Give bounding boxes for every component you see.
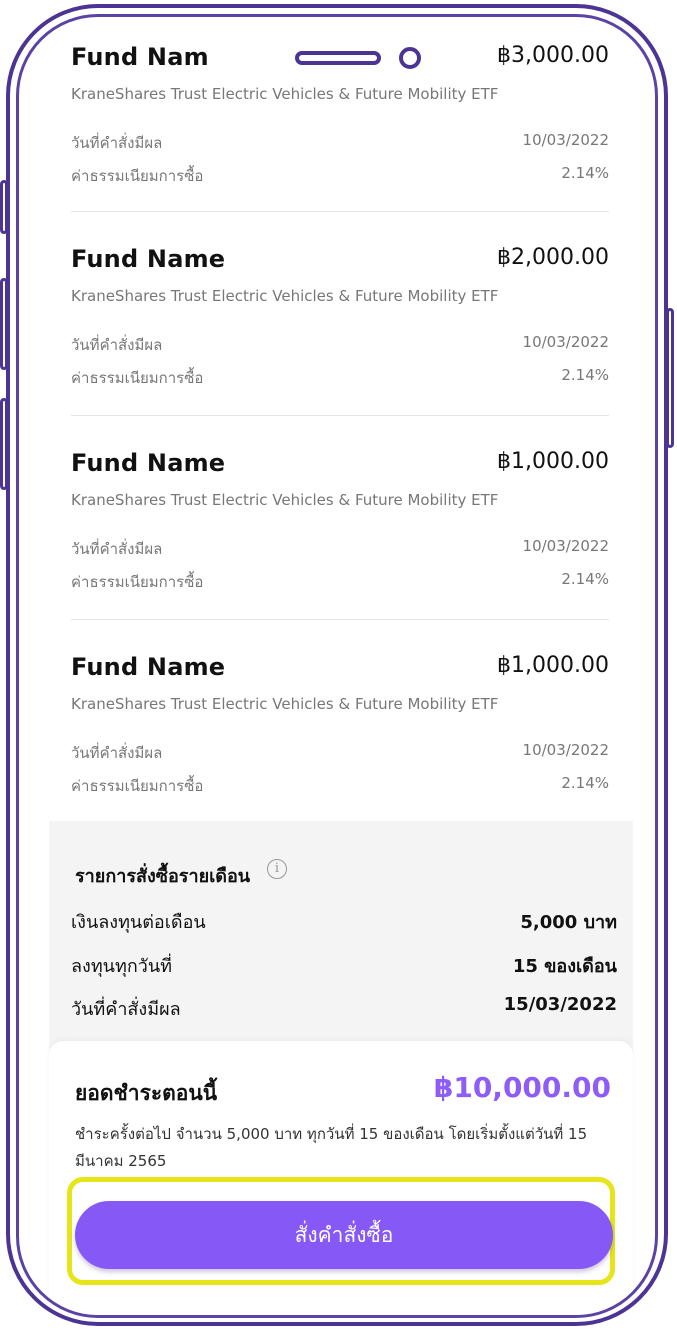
effective-date-value: 15/03/2022 [503,994,617,1015]
fund-description: KraneShares Trust Electric Vehicles & Fu… [71,287,499,305]
effective-date-label: วันที่คำสั่งมีผล [71,744,163,762]
place-order-button[interactable]: สั่งคำสั่งซื้อ [75,1201,613,1269]
fee-label: ค่าธรรมเนียมการซื้อ [71,777,204,795]
fund-name: Fund Name [71,449,226,477]
fee-value: 2.14% [561,774,609,792]
monthly-order-summary: รายการสั่งซื้อรายเดือน i เงินลงทุนต่อเดื… [49,821,633,1061]
monthly-investment-value: 5,000 บาท [520,912,617,933]
effective-date-value: 10/03/2022 [522,537,609,555]
payment-note: ชำระครั้งต่อไป จำนวน 5,000 บาท ทุกวันที่… [75,1125,588,1170]
fund-amount: ฿3,000.00 [497,43,609,68]
invest-day-label: ลงทุนทุกวันที่ [71,956,173,977]
camera-dot [399,47,421,69]
fee-value: 2.14% [561,164,609,182]
fund-amount: ฿2,000.00 [497,245,609,270]
fund-amount: ฿1,000.00 [497,653,609,678]
effective-date-value: 10/03/2022 [522,741,609,759]
effective-date-value: 10/03/2022 [522,333,609,351]
effective-date-label: วันที่คำสั่งมีผล [71,999,181,1020]
fund-amount: ฿1,000.00 [497,449,609,474]
monthly-investment-label: เงินลงทุนต่อเดือน [71,912,206,933]
speaker-notch [295,51,381,65]
monthly-order-title: รายการสั่งซื้อรายเดือน [75,866,251,887]
fund-name: Fund Name [71,653,226,681]
fee-label: ค่าธรรมเนียมการซื้อ [71,167,204,185]
fee-value: 2.14% [561,366,609,384]
effective-date-label: วันที่คำสั่งมีผล [71,336,163,354]
payment-title: ยอดชำระตอนนี้ [75,1081,218,1105]
fee-value: 2.14% [561,570,609,588]
effective-date-label: วันที่คำสั่งมีผล [71,540,163,558]
payment-amount: ฿10,000.00 [433,1071,611,1104]
divider [71,211,609,212]
effective-date-label: วันที่คำสั่งมีผล [71,134,163,152]
fund-description: KraneShares Trust Electric Vehicles & Fu… [71,85,499,103]
effective-date-value: 10/03/2022 [522,131,609,149]
fund-name: Fund Nam [71,43,209,71]
info-icon[interactable]: i [267,859,287,879]
divider [71,415,609,416]
invest-day-value: 15 ของเดือน [512,956,617,977]
fund-description: KraneShares Trust Electric Vehicles & Fu… [71,695,499,713]
fund-description: KraneShares Trust Electric Vehicles & Fu… [71,491,499,509]
fee-label: ค่าธรรมเนียมการซื้อ [71,573,204,591]
fund-name: Fund Name [71,245,226,273]
divider [71,619,609,620]
fee-label: ค่าธรรมเนียมการซื้อ [71,369,204,387]
phone-screen: Fund Nam ฿3,000.00 KraneShares Trust Ele… [16,14,658,1318]
screen-content: Fund Nam ฿3,000.00 KraneShares Trust Ele… [19,17,655,1315]
